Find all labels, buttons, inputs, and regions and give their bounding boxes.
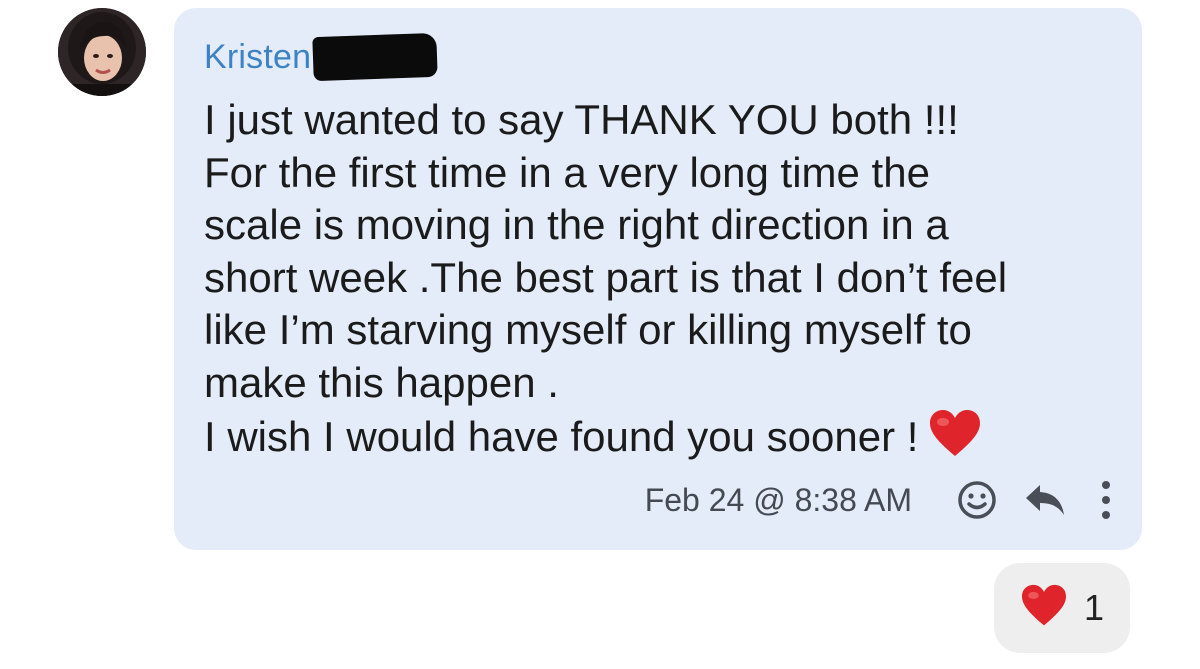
smiley-icon[interactable] xyxy=(956,479,998,521)
avatar[interactable] xyxy=(58,8,146,96)
heart-icon xyxy=(1020,584,1068,633)
message-text: I just wanted to say THANK YOU both !!! … xyxy=(204,96,1008,460)
author-name[interactable]: Kristen xyxy=(204,38,311,77)
reaction-badge[interactable]: 1 xyxy=(994,563,1130,653)
message-bubble: Kristen I just wanted to say THANK YOU b… xyxy=(174,8,1142,550)
author-row: Kristen xyxy=(204,32,438,82)
reply-arrow-icon[interactable] xyxy=(1024,483,1066,517)
heart-icon xyxy=(928,409,982,472)
reaction-count: 1 xyxy=(1083,587,1105,628)
more-vertical-icon[interactable] xyxy=(1100,480,1112,520)
message-meta: Feb 24 @ 8:38 AM xyxy=(645,478,1112,522)
avatar-photo xyxy=(58,8,146,96)
redaction-mark xyxy=(312,32,438,82)
message-body: I just wanted to say THANK YOU both !!! … xyxy=(204,94,1124,472)
timestamp: Feb 24 @ 8:38 AM xyxy=(644,481,912,518)
